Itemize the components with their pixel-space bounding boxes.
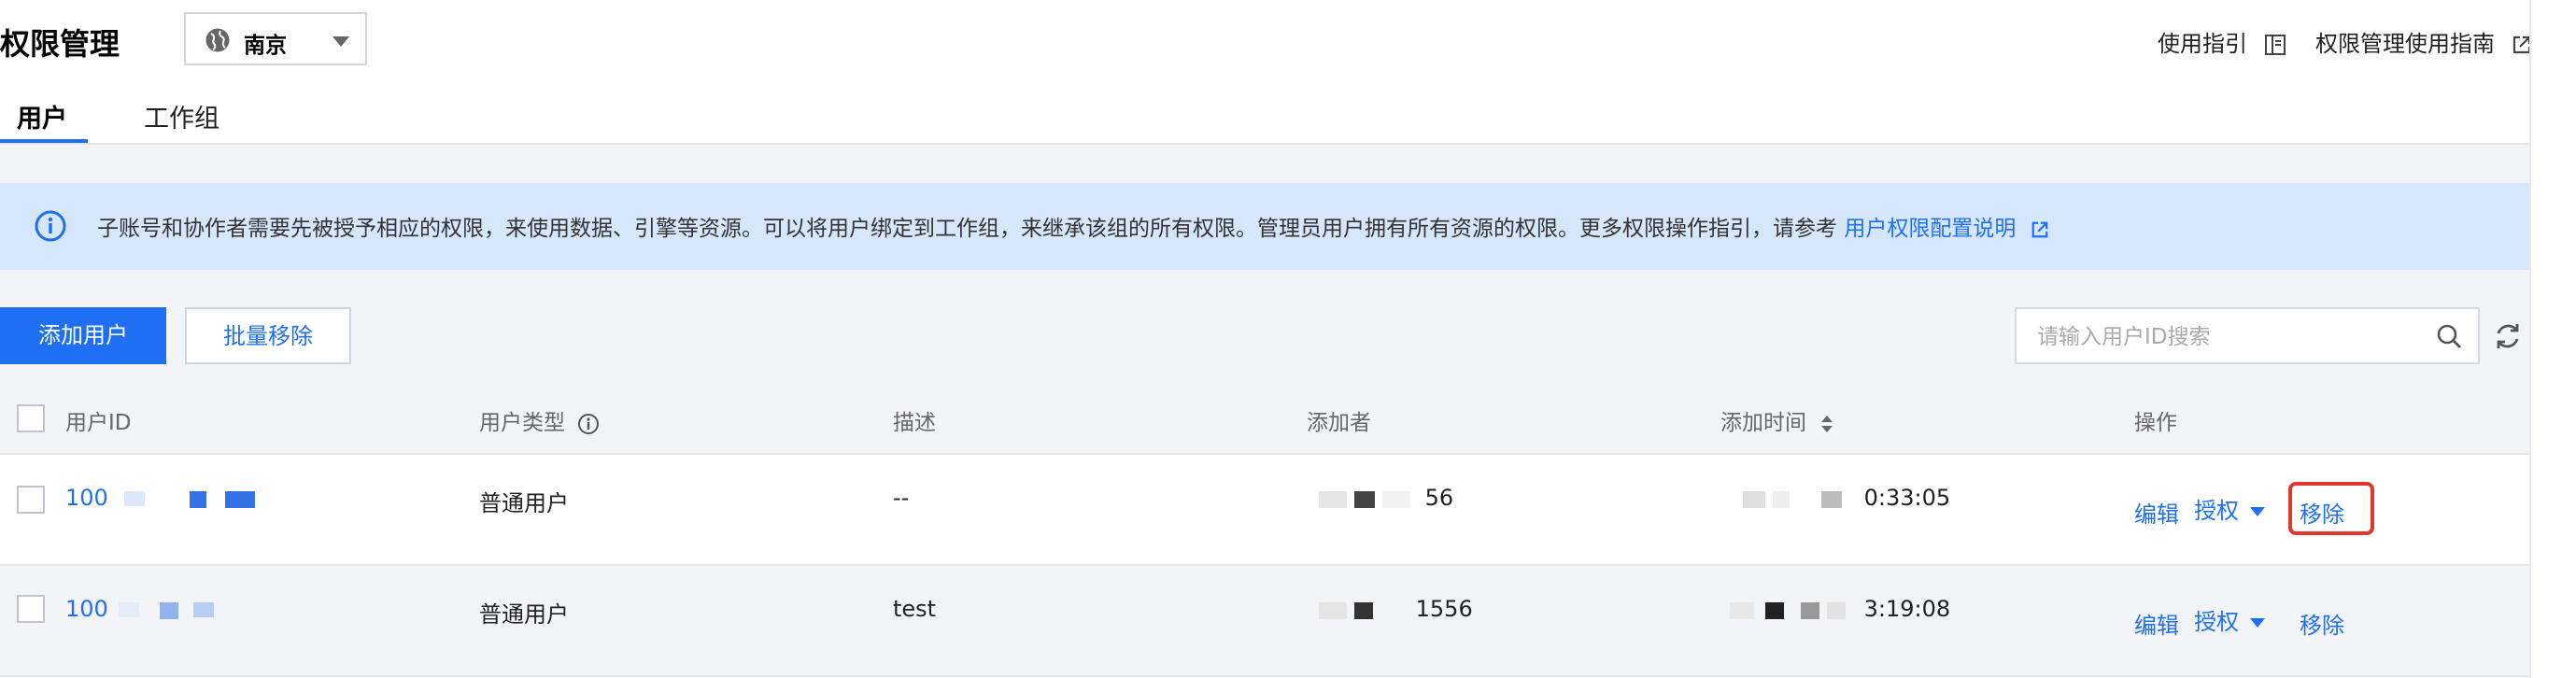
authorize-dropdown[interactable]: 授权 [2194,492,2265,525]
masked-adder [1319,602,1373,619]
caret-down-icon [2250,507,2265,516]
page-header: 权限管理 南京 使用指引 权限管理使用指南 用户 工作组 [0,0,2576,145]
user-type-header-label: 用户类型 [479,411,565,435]
authorize-label: 授权 [2194,498,2239,524]
remove-link[interactable]: 移除 [2300,607,2344,640]
globe-icon [205,28,230,52]
column-header-user-type: 用户类型 [479,404,600,436]
region-label: 南京 [244,34,287,58]
table-row: 100 普通用户 test 1556 3:19:08 编辑 授权 移除 [0,566,2529,677]
info-alert: 子账号和协作者需要先被授予相应的权限，来使用数据、引擎等资源。可以将用户绑定到工… [0,183,2529,270]
masked-adder [1319,491,1410,508]
column-header-user-id: 用户ID [65,411,132,435]
permission-guide-link[interactable]: 权限管理使用指南 [2315,25,2532,58]
user-type-cell: 普通用户 [479,490,569,516]
added-time-cell: 0:33:05 [1717,485,1950,511]
added-time-text: 0:33:05 [1863,485,1951,511]
added-time-cell: 3:19:08 [1726,596,1950,622]
masked-date [1743,491,1842,508]
row-checkbox[interactable] [17,486,45,514]
adder-text: 56 [1424,485,1454,511]
usage-guide-link[interactable]: 使用指引 [2158,25,2286,58]
authorize-dropdown[interactable]: 授权 [2194,603,2265,636]
info-icon[interactable] [577,413,600,435]
info-icon [35,210,66,242]
search-box [2015,307,2480,364]
caret-down-icon [2250,618,2265,628]
edit-link[interactable]: 编辑 [2134,607,2179,640]
masked-date [1730,602,1846,619]
alert-text-wrap: 子账号和协作者需要先被授予相应的权限，来使用数据、引擎等资源。可以将用户绑定到工… [97,210,2049,242]
search-icon[interactable] [2435,322,2463,350]
user-id-text: 100 [65,596,108,622]
book-icon [2264,35,2286,55]
region-select[interactable]: 南京 [184,12,367,65]
row-checkbox[interactable] [17,595,45,623]
active-tab-indicator [0,139,88,143]
column-header-actions: 操作 [2134,411,2177,435]
remove-highlight-box [2288,482,2374,535]
usage-guide-label: 使用指引 [2158,31,2247,57]
users-table: 用户ID 用户类型 描述 添加者 添加时间 操作 100 普通用户 -- 56 … [0,384,2529,677]
user-id-link[interactable]: 100 [65,485,256,511]
permission-guide-label: 权限管理使用指南 [2315,31,2495,57]
masked-user-id [124,491,256,508]
table-header: 用户ID 用户类型 描述 添加者 添加时间 操作 [0,384,2529,455]
description-cell: -- [893,485,910,511]
adder-cell: 56 [1315,485,1453,511]
description-cell: test [893,596,937,622]
user-id-link[interactable]: 100 [65,596,255,622]
add-user-button[interactable]: 添加用户 [0,307,166,364]
authorize-label: 授权 [2194,609,2239,635]
table-row: 100 普通用户 -- 56 0:33:05 编辑 授权 移除 [0,455,2529,566]
permission-config-link[interactable]: 用户权限配置说明 [1844,217,2016,241]
column-header-adder: 添加者 [1307,411,1371,435]
adder-text: 1556 [1415,596,1473,622]
select-all-checkbox[interactable] [17,404,45,432]
chevron-down-icon [333,36,349,47]
added-time-text: 3:19:08 [1863,596,1951,622]
batch-remove-button[interactable]: 批量移除 [185,307,351,364]
alert-text: 子账号和协作者需要先被授予相应的权限，来使用数据、引擎等资源。可以将用户绑定到工… [97,217,1837,241]
edit-link[interactable]: 编辑 [2134,496,2179,529]
refresh-icon[interactable] [2492,320,2524,352]
search-input[interactable] [2035,320,2413,354]
user-id-text: 100 [65,485,108,511]
column-header-added-time[interactable]: 添加时间 [1720,404,1833,436]
page-title: 权限管理 [0,26,120,62]
sort-icon[interactable] [1820,414,1833,434]
tab-users[interactable]: 用户 [17,98,67,134]
tab-workgroups[interactable]: 工作组 [144,98,219,134]
adder-cell: 1556 [1315,596,1473,622]
scrollbar-track[interactable] [2529,0,2576,678]
added-time-header-label: 添加时间 [1720,411,1806,435]
user-type-cell: 普通用户 [479,601,569,628]
masked-user-id [119,602,215,619]
external-link-icon[interactable] [2031,220,2049,239]
column-header-description: 描述 [893,411,936,435]
